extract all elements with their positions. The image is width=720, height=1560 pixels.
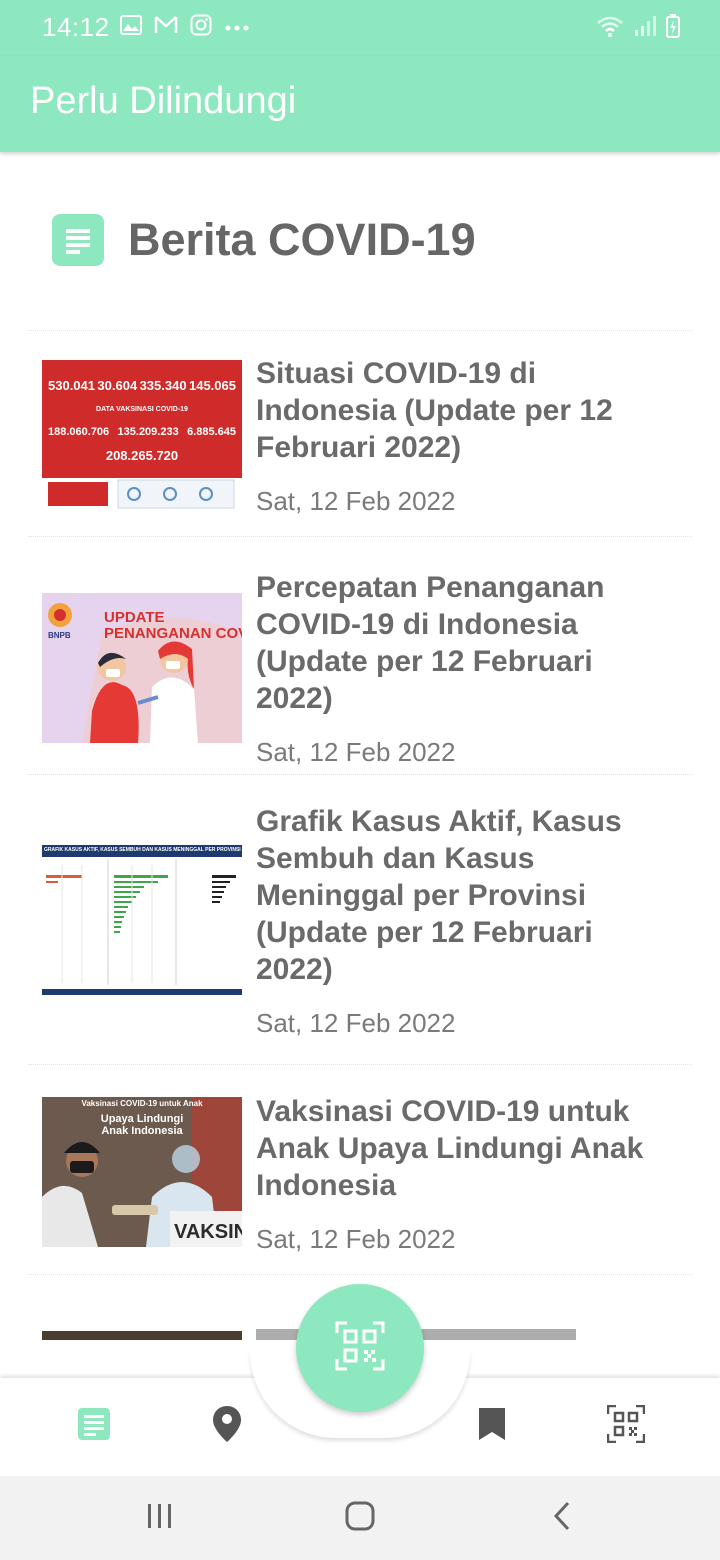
- gmail-icon: [154, 15, 178, 40]
- app-bar: Perlu Dilindungi: [0, 56, 720, 152]
- news-icon: [77, 1407, 111, 1446]
- gallery-icon: [120, 15, 142, 40]
- thumb-stats-top: 530.041 30.604 335.340 145.065: [48, 378, 236, 393]
- app-title: Perlu Dilindungi: [30, 80, 297, 122]
- section-title: Berita COVID-19: [128, 214, 476, 265]
- thumb-total: 208.265.720: [105, 448, 179, 463]
- news-text[interactable]: Percepatan Penanganan COVID-19 di Indone…: [256, 569, 676, 768]
- location-pin-icon: [213, 1405, 241, 1447]
- thumb-banner: Vaksinasi COVID-19 untuk Anak: [81, 1099, 203, 1108]
- news-title[interactable]: Vaksinasi COVID-19 untuk Anak Upaya Lind…: [256, 1093, 676, 1204]
- battery-icon: [666, 14, 680, 43]
- news-list[interactable]: 530.041 30.604 335.340 145.065 DATA VAKS…: [0, 330, 720, 1340]
- news-item[interactable]: 530.041 30.604 335.340 145.065 DATA VAKS…: [28, 330, 692, 536]
- news-thumbnail: GRAFIK KASUS AKTIF, KASUS SEMBUH DAN KAS…: [42, 845, 242, 995]
- status-bar: 14:12: [0, 0, 720, 56]
- qr-code-icon: [606, 1404, 646, 1448]
- section-header: Berita COVID-19: [52, 214, 476, 266]
- news-thumbnail: [42, 1331, 242, 1340]
- system-navigation-bar: [0, 1476, 720, 1560]
- bookmark-icon: [479, 1407, 505, 1445]
- thumb-header: GRAFIK KASUS AKTIF, KASUS SEMBUH DAN KAS…: [44, 847, 241, 853]
- news-date: Sat, 12 Feb 2022: [256, 1224, 456, 1254]
- qr-scan-button[interactable]: [296, 1284, 424, 1412]
- news-text[interactable]: Situasi COVID-19 di Indonesia (Update pe…: [256, 355, 676, 517]
- system-status-icons: [596, 14, 680, 43]
- news-item[interactable]: Vaksinasi COVID-19 untuk Anak Upaya Lind…: [28, 1064, 692, 1274]
- news-thumbnail: BNPB UPDATE PENANGANAN COVID-1: [42, 593, 242, 743]
- news-item[interactable]: GRAFIK KASUS AKTIF, KASUS SEMBUH DAN KAS…: [28, 774, 692, 1064]
- news-date: Sat, 12 Feb 2022: [256, 737, 456, 767]
- thumb-line2: PENANGANAN COVID-1: [104, 625, 242, 642]
- news-thumbnail: Vaksinasi COVID-19 untuk Anak Upaya Lind…: [42, 1097, 242, 1247]
- thumb-sign: VAKSIN: [174, 1221, 242, 1243]
- back-icon: [552, 1501, 572, 1536]
- thumb-logo-text: BNPB: [48, 631, 71, 640]
- news-thumbnail: 530.041 30.604 335.340 145.065 DATA VAKS…: [42, 360, 242, 510]
- document-list-icon: [52, 214, 104, 266]
- thumb-band: [42, 478, 242, 510]
- recent-apps-icon: [146, 1503, 174, 1534]
- news-text[interactable]: Vaksinasi COVID-19 untuk Anak Upaya Lind…: [256, 1093, 676, 1255]
- back-button[interactable]: [540, 1496, 584, 1540]
- more-notifications-icon: [224, 19, 250, 37]
- qr-scan-icon: [335, 1321, 385, 1376]
- news-title[interactable]: Situasi COVID-19 di Indonesia (Update pe…: [256, 355, 676, 466]
- instagram-icon: [190, 14, 212, 41]
- thumb-line1: UPDATE: [104, 609, 165, 626]
- news-date: Sat, 12 Feb 2022: [256, 486, 456, 516]
- news-date: Sat, 12 Feb 2022: [256, 1008, 456, 1038]
- nav-qr-button[interactable]: [604, 1404, 648, 1448]
- nav-bookmark-button[interactable]: [470, 1404, 514, 1448]
- signal-icon: [634, 15, 656, 42]
- nav-news-button[interactable]: [72, 1404, 116, 1448]
- thumb-headline: Upaya Lindungi Anak Indonesia: [100, 1113, 184, 1137]
- news-text[interactable]: Grafik Kasus Aktif, Kasus Sembuh dan Kas…: [256, 803, 676, 1039]
- status-time: 14:12: [42, 12, 110, 42]
- nav-location-button[interactable]: [205, 1404, 249, 1448]
- recent-apps-button[interactable]: [138, 1496, 182, 1540]
- news-item[interactable]: BNPB UPDATE PENANGANAN COVID-1 Percepata…: [28, 536, 692, 774]
- news-title[interactable]: Grafik Kasus Aktif, Kasus Sembuh dan Kas…: [256, 803, 676, 988]
- thumb-banner: DATA VAKSINASI COVID-19: [96, 406, 188, 413]
- home-button[interactable]: [338, 1496, 382, 1540]
- news-title[interactable]: Percepatan Penanganan COVID-19 di Indone…: [256, 569, 676, 717]
- wifi-icon: [596, 15, 624, 42]
- home-icon: [345, 1501, 375, 1536]
- notification-icons: [120, 14, 250, 41]
